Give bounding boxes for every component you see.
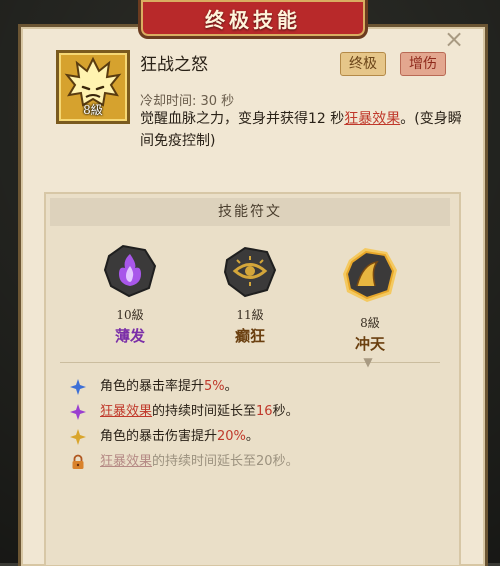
skill-name: 狂战之怒: [140, 55, 208, 75]
rune-level-2: 11級: [236, 308, 264, 322]
skill-icon[interactable]: 8級: [56, 50, 130, 124]
skill-description: 觉醒血脉之力，变身并获得12 秒狂暴效果。(变身瞬间免疫控制): [140, 108, 462, 152]
rage-effect-link[interactable]: 狂暴效果: [344, 111, 400, 127]
rune-name-3: 冲天: [354, 335, 385, 353]
panel-title: 终极技能: [205, 7, 301, 32]
rune-level-3: 8級: [360, 316, 380, 330]
rune-section-title: 技能符文: [50, 198, 450, 226]
rune-slot-2[interactable]: 11級 癫狂: [205, 240, 295, 346]
rune-divider: [60, 362, 440, 363]
tag-damage-boost: 增伤: [400, 52, 446, 76]
tag-ultimate: 终极: [340, 52, 386, 76]
rising-wave-icon: [343, 248, 397, 302]
title-ribbon: 终极技能: [138, 0, 368, 39]
effect-4-text: 的持续时间延长至: [152, 454, 257, 469]
effect-3-suffix: 。: [245, 429, 259, 444]
effect-2-value: 16: [256, 404, 273, 419]
blue-star-icon: [70, 379, 86, 395]
effect-4-value: 20: [256, 454, 273, 469]
rune-level-1: 10級: [116, 308, 144, 322]
rune-name-2: 癫狂: [234, 327, 265, 345]
effect-3-text: 角色的暴击伤害提升: [100, 429, 218, 444]
rune-slot-3[interactable]: 8級 冲天: [325, 240, 415, 354]
effect-1-value: 5%: [204, 379, 225, 394]
close-icon[interactable]: ×: [441, 26, 467, 52]
effect-4-link[interactable]: 狂暴效果: [100, 454, 152, 469]
skill-level-label: 8級: [83, 103, 103, 117]
effect-1-suffix: 。: [224, 379, 238, 394]
golden-eye-icon: [223, 246, 277, 298]
rune-name-1: 薄发: [114, 327, 145, 345]
rune-slot-1[interactable]: 10級 薄发: [85, 240, 175, 346]
purple-star-icon: [70, 404, 86, 420]
effect-3-value: 20%: [217, 429, 246, 444]
purple-flame-icon: [103, 244, 157, 298]
effect-1-text: 角色的暴击率提升: [100, 379, 205, 394]
lock-icon: [72, 454, 84, 469]
effect-2-link[interactable]: 狂暴效果: [100, 404, 152, 419]
effect-4-suffix: 秒。: [272, 454, 299, 469]
effect-2-text: 的持续时间延长至: [152, 404, 257, 419]
gold-star-icon: [70, 429, 86, 445]
effect-2-suffix: 秒。: [272, 404, 299, 419]
description-text-1: 觉醒血脉之力，变身并获得12 秒: [140, 111, 345, 127]
chevron-down-icon: ▼: [363, 355, 373, 369]
cooldown-text: 冷却时间: 30 秒: [140, 94, 235, 109]
